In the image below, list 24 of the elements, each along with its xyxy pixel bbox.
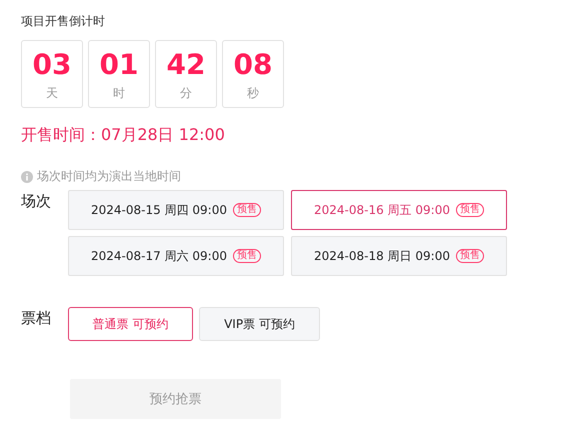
sale-time: 开售时间：07月28日 12:00 bbox=[21, 125, 226, 146]
countdown-value: 42 bbox=[166, 49, 206, 81]
ticket-option[interactable]: 普通票 可预约 bbox=[68, 307, 193, 341]
section-label: 场次 bbox=[21, 191, 52, 212]
countdown-unit: 分 bbox=[180, 85, 192, 102]
countdown-unit: 时 bbox=[113, 85, 125, 102]
presale-badge: 预售 bbox=[456, 249, 484, 263]
section-label: 票档 bbox=[21, 308, 52, 329]
countdown-unit: 天 bbox=[46, 85, 58, 102]
note-text: 场次时间均为演出当地时间 bbox=[37, 168, 181, 185]
presale-badge: 预售 bbox=[456, 203, 484, 217]
presale-badge: 预售 bbox=[232, 249, 261, 263]
countdown-value: 01 bbox=[100, 49, 138, 81]
session-option[interactable]: 2024-08-17 周六 09:00 预售 bbox=[68, 236, 284, 276]
session-option[interactable]: 2024-08-15 周四 09:00 预售 bbox=[68, 190, 284, 230]
countdown-value: 03 bbox=[32, 49, 72, 81]
countdown-unit: 秒 bbox=[247, 85, 259, 102]
countdown-title: 项目开售倒计时 bbox=[21, 13, 106, 30]
session-option[interactable]: 2024-08-16 周五 09:00 预售 bbox=[291, 190, 507, 230]
countdown-value: 08 bbox=[234, 49, 272, 81]
info-icon bbox=[21, 170, 33, 182]
ticket-option[interactable]: VIP票 可预约 bbox=[199, 307, 320, 341]
session-option[interactable]: 2024-08-18 周日 09:00 预售 bbox=[291, 236, 507, 276]
presale-badge: 预售 bbox=[232, 203, 261, 217]
